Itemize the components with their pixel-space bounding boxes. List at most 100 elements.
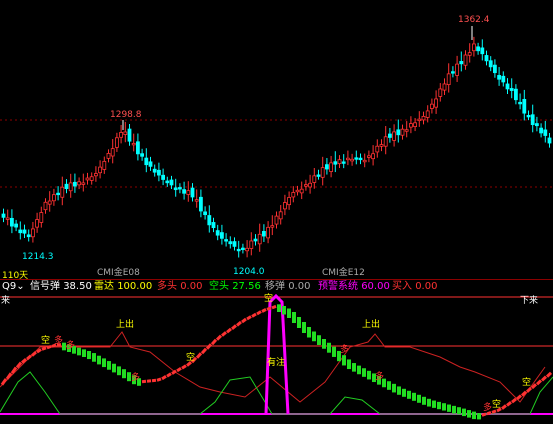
osc-segment <box>141 379 147 384</box>
osc-segment <box>215 334 223 341</box>
osc-segment <box>511 397 517 404</box>
osc-segment <box>540 375 548 382</box>
candle-body <box>94 173 98 177</box>
candle-body <box>408 123 413 128</box>
osc-segment <box>506 401 512 407</box>
candle-body <box>77 181 81 186</box>
osc-segment <box>5 372 13 380</box>
candle-body <box>194 199 199 202</box>
osc-segment <box>87 351 91 360</box>
candle-body <box>446 73 451 86</box>
candle-body <box>1 213 6 218</box>
candle-body <box>98 166 102 174</box>
osc-segment <box>307 327 311 338</box>
candle-body <box>140 153 145 157</box>
kong-label-4: 空 <box>492 400 502 410</box>
candle-body <box>64 183 69 189</box>
osc-segment <box>357 365 361 375</box>
candle-body <box>161 174 166 180</box>
candle-body <box>509 88 514 91</box>
candle-body <box>522 98 527 114</box>
osc-segment <box>297 317 301 328</box>
osc-segment <box>0 378 8 386</box>
candle-body <box>9 217 14 227</box>
osc-segment <box>535 379 543 386</box>
candle-body <box>127 128 132 142</box>
candle-body <box>425 110 430 118</box>
candle-body <box>232 241 237 247</box>
osc-segment <box>241 317 247 324</box>
candle-body <box>320 167 325 178</box>
osc-segment <box>102 358 106 368</box>
candle-body <box>459 61 464 65</box>
chevron-down-icon[interactable]: ⌄ <box>16 281 24 292</box>
candle-body <box>429 103 434 109</box>
kong-label-1: 空 <box>41 336 51 346</box>
osc-segment <box>312 331 316 342</box>
osc-segment <box>200 347 208 355</box>
candlestick-chart[interactable] <box>0 0 553 268</box>
candle-body <box>497 75 502 80</box>
signal-line-green <box>0 371 553 415</box>
candle-body <box>115 137 119 148</box>
candle-body <box>73 181 77 187</box>
candle-body <box>68 182 73 192</box>
candle-body <box>47 200 52 205</box>
high-label-2: 1362.4 <box>458 15 490 25</box>
osc-segment <box>362 368 366 377</box>
candle-body <box>324 164 329 170</box>
osc-segment <box>442 403 446 411</box>
osc-segment <box>231 324 237 330</box>
duo-label-3: 多 <box>131 373 141 383</box>
candle-body <box>169 179 174 186</box>
osc-segment <box>107 361 111 370</box>
candle-body <box>505 83 510 90</box>
candle-body <box>471 43 476 52</box>
candle-body <box>228 241 233 245</box>
candle-body <box>413 122 418 127</box>
candle-body <box>119 132 123 138</box>
candle-body <box>148 161 153 167</box>
candle-body <box>249 240 254 249</box>
panel-divider <box>0 279 553 280</box>
osc-segment <box>26 354 32 361</box>
osc-segment <box>352 363 356 372</box>
candle-body <box>312 175 317 183</box>
candle-body <box>366 155 371 158</box>
candle-body <box>22 229 27 234</box>
osc-segment <box>516 394 522 401</box>
candle-body <box>236 248 241 252</box>
osc-segment <box>277 304 281 312</box>
candle-body <box>274 215 279 225</box>
signal-label-1: 上出 <box>116 320 135 330</box>
osc-segment <box>452 405 456 414</box>
candle-body <box>400 128 405 136</box>
duo-label-6: 多 <box>483 403 493 413</box>
osc-segment <box>122 369 126 379</box>
osc-segment <box>97 355 101 365</box>
candle-body <box>526 115 531 118</box>
candle-body <box>43 201 48 211</box>
osc-segment <box>427 398 431 407</box>
osc-segment <box>195 352 203 359</box>
candle-body <box>434 98 439 108</box>
candle-body <box>240 247 245 250</box>
low-label-1: 1214.3 <box>22 252 54 262</box>
candle-body <box>442 83 447 91</box>
candle-body <box>463 54 468 66</box>
osc-segment <box>347 359 351 370</box>
candle-body <box>308 182 313 188</box>
low-label-2: 1204.0 <box>233 267 265 277</box>
candle-body <box>396 129 401 136</box>
osc-segment <box>205 343 213 350</box>
candle-body <box>492 64 497 74</box>
candle-body <box>341 161 346 164</box>
candle-body <box>543 129 548 136</box>
osc-segment <box>282 306 286 315</box>
osc-segment <box>457 407 461 415</box>
candle-body <box>207 215 212 226</box>
osc-segment <box>392 383 396 393</box>
candle-body <box>518 101 522 105</box>
duo-label-1: 多 <box>54 336 64 346</box>
osc-segment <box>92 353 96 362</box>
